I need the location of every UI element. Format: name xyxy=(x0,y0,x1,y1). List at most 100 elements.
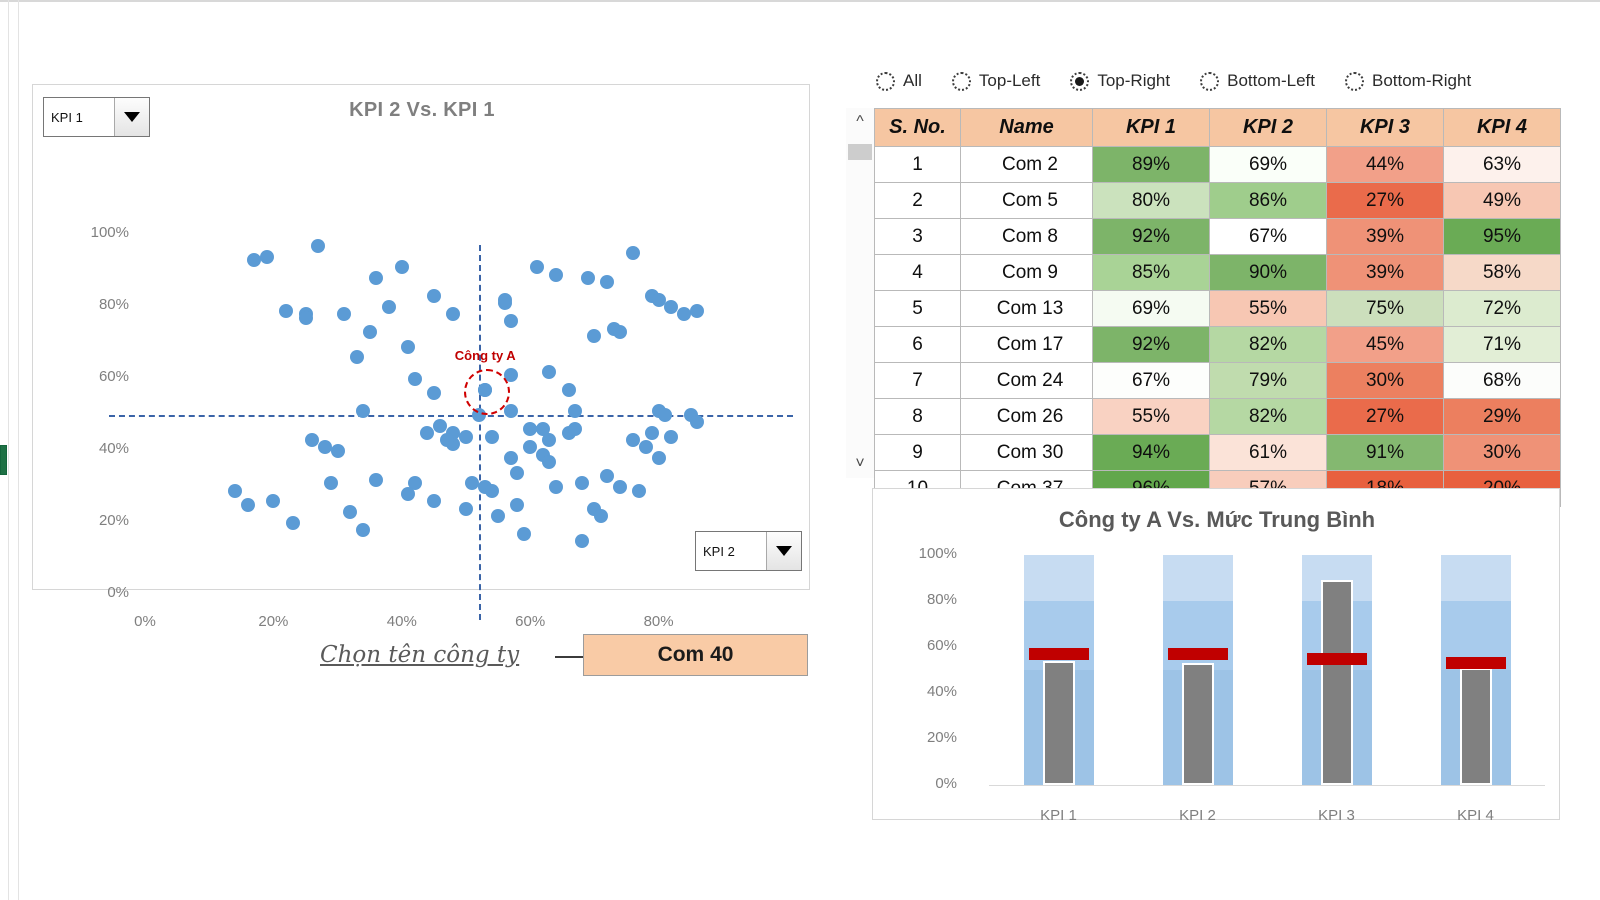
quadrant-vertical-reference-line xyxy=(478,245,481,620)
scatter-point xyxy=(510,498,525,512)
scatter-point xyxy=(548,480,563,494)
table-cell-name: Com 9 xyxy=(960,254,1093,291)
table-cell-sno: 3 xyxy=(874,218,961,255)
table-row[interactable]: 4 Com 9 85% 90% 39% 58% xyxy=(874,254,1561,291)
scatter-point xyxy=(690,415,705,430)
table-cell-kpi4: 72% xyxy=(1443,290,1561,327)
scatter-point xyxy=(503,451,518,466)
scatter-point xyxy=(690,303,705,318)
bullet-band-high xyxy=(1023,555,1094,601)
radio-button-icon[interactable] xyxy=(1344,71,1364,91)
radio-button-icon[interactable] xyxy=(876,71,895,91)
table-row[interactable]: 3 Com 8 92% 67% 39% 95% xyxy=(874,218,1561,255)
scatter-point xyxy=(337,307,352,322)
bullet-company-bar xyxy=(1181,663,1214,785)
bullet-band-high xyxy=(1440,555,1511,601)
table-row[interactable]: 6 Com 17 92% 82% 45% 71% xyxy=(874,326,1561,363)
table-column-header: KPI 1 xyxy=(1092,108,1210,147)
quadrant-radio-bottom-left[interactable]: Bottom-Left xyxy=(1200,71,1315,91)
scatter-point xyxy=(279,303,294,318)
radio-button-icon[interactable] xyxy=(951,71,971,91)
table-cell-name: Com 17 xyxy=(960,326,1093,363)
table-row[interactable]: 9 Com 30 94% 61% 91% 30% xyxy=(874,434,1561,471)
table-cell-name: Com 5 xyxy=(960,182,1093,219)
table-cell-sno: 6 xyxy=(874,326,961,363)
table-cell-kpi2: 82% xyxy=(1209,398,1327,435)
scatter-point xyxy=(420,426,435,440)
table-row[interactable]: 2 Com 5 80% 86% 27% 49% xyxy=(874,182,1561,219)
table-cell-kpi2: 55% xyxy=(1209,290,1327,327)
scatter-point xyxy=(426,494,441,509)
scatter-y-tick-label: 20% xyxy=(98,512,129,529)
scatter-point xyxy=(664,429,679,444)
scatter-point xyxy=(426,289,441,304)
table-cell-kpi3: 30% xyxy=(1326,362,1444,399)
table-cell-kpi2: 69% xyxy=(1209,146,1327,183)
table-cell-sno: 4 xyxy=(874,254,961,291)
scatter-point xyxy=(497,292,512,307)
table-cell-kpi1: 92% xyxy=(1092,326,1210,363)
scatter-point xyxy=(459,501,473,516)
table-row[interactable]: 7 Com 24 67% 79% 30% 68% xyxy=(874,362,1561,399)
table-column-header: S. No. xyxy=(874,108,961,147)
scatter-point xyxy=(304,433,319,448)
quadrant-radio-top-left[interactable]: Top-Left xyxy=(951,71,1040,91)
bullet-x-tick-label: KPI 3 xyxy=(1318,807,1355,824)
quadrant-radio-top-right[interactable]: Top-Right xyxy=(1070,71,1170,91)
scatter-point xyxy=(349,350,364,365)
radio-button-icon[interactable] xyxy=(1200,71,1220,91)
table-cell-kpi1: 85% xyxy=(1092,254,1210,291)
quadrant-radio-label: Bottom-Right xyxy=(1371,71,1472,90)
bullet-y-tick-label: 40% xyxy=(926,683,957,700)
company-selector-value[interactable]: Com 40 xyxy=(583,634,808,676)
bullet-average-marker xyxy=(1167,647,1228,660)
table-cell-sno: 8 xyxy=(874,398,961,435)
scatter-chart-panel: KPI 2 Vs. KPI 1 KPI 1 KPI 2 100% 80% 60% 40… xyxy=(32,84,810,630)
grid-line xyxy=(18,0,19,900)
bullet-company-bar xyxy=(1042,660,1075,785)
table-scrollbar[interactable]: ^ ˅ xyxy=(846,108,875,478)
table-column-header: Name xyxy=(960,108,1093,147)
scatter-point xyxy=(593,508,608,523)
table-cell-kpi1: 80% xyxy=(1092,182,1210,219)
scroll-down-icon[interactable]: ˅ xyxy=(855,450,864,478)
company-selector-row: Chọn tên công ty Com 40 xyxy=(320,634,820,680)
table-cell-kpi1: 92% xyxy=(1092,218,1210,255)
table-cell-sno: 1 xyxy=(874,146,961,183)
table-cell-name: Com 24 xyxy=(960,362,1093,399)
table-header-row: S. No. Name KPI 1 KPI 2 KPI 3 KPI 4 xyxy=(874,108,1561,147)
quadrant-radio-all[interactable]: All xyxy=(876,71,922,91)
bullet-baseline xyxy=(989,785,1545,786)
table-row[interactable]: 5 Com 13 69% 55% 75% 72% xyxy=(874,290,1561,327)
scatter-y-tick-label: 60% xyxy=(98,368,129,385)
table-row[interactable]: 1 Com 2 89% 69% 44% 63% xyxy=(874,146,1561,183)
scatter-point xyxy=(317,440,332,455)
kpi-table-wrapper: ^ ˅ S. No. Name KPI 1 KPI 2 KPI 3 KPI 4 1 Com … xyxy=(846,108,1561,507)
scrollbar-thumb[interactable] xyxy=(848,144,872,160)
table-cell-sno: 7 xyxy=(874,362,961,399)
scatter-point xyxy=(259,249,274,264)
grid-line xyxy=(8,0,9,900)
table-cell-kpi1: 69% xyxy=(1092,290,1210,327)
table-cell-kpi4: 58% xyxy=(1443,254,1561,291)
company-selector-caption: Chọn tên công ty xyxy=(320,642,520,668)
scatter-point xyxy=(625,433,640,448)
scroll-up-icon[interactable]: ^ xyxy=(856,108,864,136)
scatter-point xyxy=(459,429,473,444)
quadrant-filter-group[interactable]: All Top-Left Top-Right Bottom-Left Bottom-Ri… xyxy=(876,64,1471,98)
bullet-company-bar xyxy=(1459,667,1492,785)
scatter-point xyxy=(362,325,377,340)
scatter-point xyxy=(561,382,576,397)
table-cell-kpi4: 95% xyxy=(1443,218,1561,255)
scatter-point xyxy=(568,422,583,437)
scatter-point xyxy=(439,433,454,448)
scatter-point xyxy=(632,483,647,498)
scatter-x-tick-label: 40% xyxy=(386,613,417,630)
table-cell-name: Com 8 xyxy=(960,218,1093,255)
scatter-point xyxy=(587,328,602,343)
quadrant-radio-bottom-right[interactable]: Bottom-Right xyxy=(1344,71,1472,91)
highlight-company-label: Công ty A xyxy=(454,347,516,363)
radio-button-icon[interactable] xyxy=(1070,71,1090,91)
table-row[interactable]: 8 Com 26 55% 82% 27% 29% xyxy=(874,398,1561,435)
scatter-point xyxy=(677,307,692,322)
